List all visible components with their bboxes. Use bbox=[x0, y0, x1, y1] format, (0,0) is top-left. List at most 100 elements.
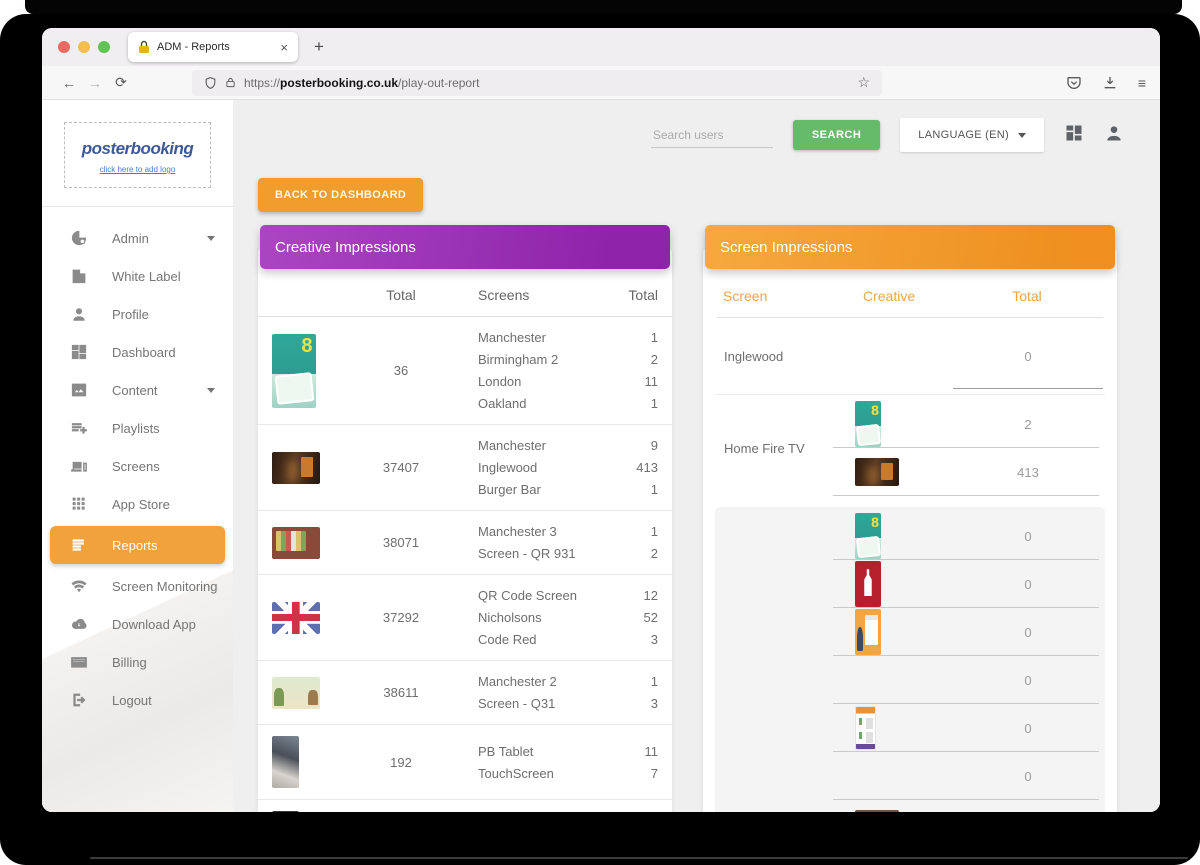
creative-row[interactable]: 0 bbox=[833, 800, 1105, 812]
downloads-icon[interactable] bbox=[1102, 75, 1118, 91]
screen-table-header: Screen Creative Total bbox=[717, 277, 1103, 318]
table-row[interactable]: 36 Manchester 1 Birmingham 2 2 London 11 Oaklan… bbox=[258, 317, 672, 425]
creative-row[interactable]: 0 bbox=[833, 560, 1105, 608]
tab-close-icon[interactable]: × bbox=[280, 41, 288, 54]
sidebar-item-app-store[interactable]: App Store bbox=[42, 485, 233, 523]
sidebar: posterbooking click here to add logo Adm… bbox=[42, 100, 233, 812]
creative-impressions-card: Total Screens Total 36 Manchester 1 Birming… bbox=[258, 247, 672, 812]
screen-name: QR Code Screen bbox=[478, 588, 577, 603]
search-button[interactable]: SEARCH bbox=[792, 120, 881, 150]
table-row[interactable]: 38611 Manchester 2 1 Screen - Q31 3 bbox=[258, 661, 672, 725]
screen-line: Code Red 3 bbox=[478, 630, 658, 649]
address-bar[interactable]: https://posterbooking.co.uk/play-out-rep… bbox=[192, 69, 882, 96]
search-input[interactable] bbox=[650, 122, 773, 148]
sidebar-item-screens[interactable]: Screens bbox=[42, 447, 233, 485]
zoom-window-button[interactable] bbox=[98, 41, 110, 53]
browser-tab[interactable]: ADM - Reports × bbox=[128, 32, 298, 62]
screen-count: 1 bbox=[650, 396, 658, 411]
sidebar-item-label: Screens bbox=[112, 458, 160, 474]
screen-monitoring-icon bbox=[70, 577, 88, 595]
screen-count: 3 bbox=[650, 632, 658, 647]
screen-count: 1 bbox=[650, 330, 658, 345]
screen-group: Home Fire TV 2 413 bbox=[715, 394, 1105, 501]
creative-row[interactable]: 0 bbox=[833, 752, 1105, 800]
creative-row[interactable]: 0 bbox=[833, 704, 1105, 752]
minimize-window-button[interactable] bbox=[78, 41, 90, 53]
add-logo-link[interactable]: click here to add logo bbox=[100, 165, 176, 174]
forward-icon[interactable]: → bbox=[82, 75, 108, 91]
sidebar-item-playlists[interactable]: Playlists bbox=[42, 409, 233, 447]
creative-thumbnail bbox=[855, 609, 881, 655]
sidebar-item-label: Dashboard bbox=[112, 344, 176, 360]
sidebar-item-label: App Store bbox=[112, 496, 170, 512]
sidebar-item-content[interactable]: Content bbox=[42, 371, 233, 409]
screen-count: 11 bbox=[644, 743, 659, 759]
bookmark-star-icon[interactable]: ☆ bbox=[857, 74, 870, 91]
back-icon[interactable]: ← bbox=[56, 75, 82, 91]
table-row[interactable]: 192 PB Tablet 11 TouchScreen 7 bbox=[258, 725, 672, 800]
screen-count: 2 bbox=[650, 546, 658, 561]
language-button[interactable]: LANGUAGE (EN) bbox=[900, 118, 1044, 152]
screen-name: Home Fire TV bbox=[724, 440, 805, 456]
sidebar-item-billing[interactable]: Billing bbox=[42, 643, 233, 681]
screen-name: Birmingham 2 bbox=[478, 352, 559, 367]
screen-table-body: Inglewood 0 Home Fire TV 2 413 0 0 0 0 0 0 0 bbox=[703, 318, 1117, 812]
sidebar-item-profile[interactable]: Profile bbox=[42, 295, 233, 333]
creative-row[interactable]: 2 bbox=[833, 400, 1105, 448]
screen-line: Birmingham 2 2 bbox=[478, 350, 658, 369]
screen-count: 9 bbox=[650, 438, 658, 453]
table-row[interactable]: 17PB Tablet11SignPlayer AA1 bbox=[258, 800, 672, 812]
table-row[interactable]: 38071 Manchester 3 1 Screen - QR 931 2 bbox=[258, 511, 672, 575]
sidebar-item-white-label[interactable]: White Label bbox=[42, 257, 233, 295]
lock-icon[interactable] bbox=[225, 76, 236, 89]
sidebar-item-reports[interactable]: Reports bbox=[50, 526, 225, 564]
sidebar-item-dashboard[interactable]: Dashboard bbox=[42, 333, 233, 371]
close-window-button[interactable] bbox=[58, 41, 70, 53]
creative-row[interactable]: 0 bbox=[833, 656, 1105, 704]
url-path: /play-out-report bbox=[398, 75, 480, 90]
screens-cell: PB Tablet 11 TouchScreen 7 bbox=[454, 742, 658, 783]
creative-total: 0 bbox=[1024, 768, 1032, 784]
screen-line: QR Code Screen 12 bbox=[478, 586, 658, 605]
reload-icon[interactable]: ⟳ bbox=[108, 74, 134, 91]
screen-count: 1 bbox=[650, 482, 658, 497]
sidebar-item-download-app[interactable]: Download App bbox=[42, 605, 233, 643]
creative-thumbnail-cell bbox=[272, 811, 348, 812]
screen-count: 1 bbox=[650, 524, 658, 539]
creative-row[interactable]: 0 bbox=[833, 323, 1105, 389]
user-account-icon[interactable] bbox=[1104, 123, 1124, 148]
creative-thumbnail bbox=[855, 458, 899, 486]
screen-name bbox=[715, 512, 833, 812]
creative-thumbnail-cell bbox=[833, 561, 945, 607]
sidebar-item-screen-monitoring[interactable]: Screen Monitoring bbox=[42, 567, 233, 605]
sidebar-item-admin[interactable]: Admin bbox=[42, 219, 233, 257]
creative-row[interactable]: 0 bbox=[833, 608, 1105, 656]
main-area: SEARCH LANGUAGE (EN) BACK TO DASHBOARD C… bbox=[233, 100, 1160, 812]
pocket-icon[interactable] bbox=[1066, 75, 1082, 91]
tracking-shield-icon[interactable] bbox=[204, 76, 217, 90]
creative-row[interactable]: 0 bbox=[833, 512, 1105, 560]
screen-name: Code Red bbox=[478, 632, 537, 647]
creative-thumbnail-cell bbox=[272, 333, 348, 408]
apps-grid-icon[interactable] bbox=[1064, 123, 1084, 148]
sidebar-item-label: White Label bbox=[112, 268, 181, 284]
screen-line: Oakland 1 bbox=[478, 394, 658, 413]
url-domain: posterbooking.co.uk bbox=[280, 75, 399, 90]
screen-name: TouchScreen bbox=[478, 765, 554, 781]
sidebar-item-logout[interactable]: Logout bbox=[42, 681, 233, 719]
creative-row[interactable]: 413 bbox=[833, 448, 1105, 496]
table-row[interactable]: 37292 QR Code Screen 12 Nicholsons 52 Code Re… bbox=[258, 575, 672, 661]
language-button-label: LANGUAGE (EN) bbox=[918, 129, 1009, 141]
download-app-icon bbox=[70, 615, 88, 633]
sidebar-item-label: Screen Monitoring bbox=[112, 578, 218, 594]
panel-title: Screen Impressions bbox=[720, 238, 853, 256]
screen-name: Nicholsons bbox=[478, 610, 542, 625]
screens-icon bbox=[70, 457, 88, 475]
table-row[interactable]: 37407 Manchester 9 Inglewood 413 Burger Bar 1 bbox=[258, 425, 672, 511]
creative-thumbnail bbox=[272, 811, 299, 812]
menu-icon[interactable]: ≡ bbox=[1138, 75, 1146, 91]
new-tab-button[interactable]: + bbox=[314, 37, 324, 57]
back-to-dashboard-button[interactable]: BACK TO DASHBOARD bbox=[258, 178, 424, 212]
logo-upload-box[interactable]: posterbooking click here to add logo bbox=[64, 122, 211, 188]
column-header-total: Total bbox=[386, 287, 416, 303]
